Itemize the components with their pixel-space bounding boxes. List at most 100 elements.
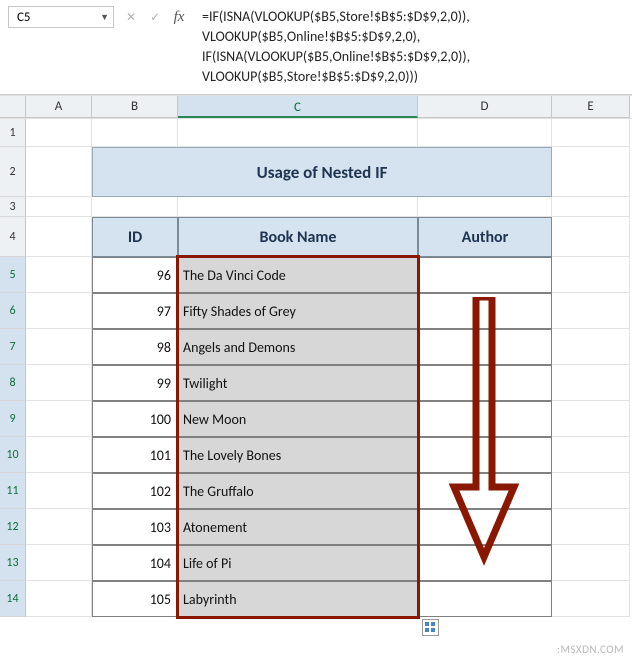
name-cell[interactable]: Angels and Demons bbox=[178, 329, 418, 365]
cell[interactable] bbox=[26, 217, 92, 257]
name-box[interactable]: C5 ▼ bbox=[8, 6, 114, 28]
author-cell[interactable] bbox=[418, 401, 552, 437]
cell[interactable] bbox=[552, 581, 630, 617]
name-cell[interactable]: New Moon bbox=[178, 401, 418, 437]
cell[interactable] bbox=[552, 437, 630, 473]
autofill-options-icon[interactable] bbox=[422, 619, 439, 636]
cell[interactable] bbox=[26, 509, 92, 545]
formula-input[interactable]: =IF(ISNA(VLOOKUP($B5,Store!$B$5:$D$9,2,0… bbox=[196, 6, 624, 88]
id-cell[interactable]: 101 bbox=[92, 437, 178, 473]
cell[interactable] bbox=[552, 197, 630, 217]
col-header[interactable]: D bbox=[418, 96, 552, 118]
cell[interactable] bbox=[26, 473, 92, 509]
id-cell[interactable]: 105 bbox=[92, 581, 178, 617]
cell[interactable] bbox=[552, 257, 630, 293]
cell[interactable] bbox=[552, 217, 630, 257]
cell[interactable] bbox=[552, 509, 630, 545]
name-cell[interactable]: The Gruffalo bbox=[178, 473, 418, 509]
header-id[interactable]: ID bbox=[92, 217, 178, 257]
title-cell[interactable]: Usage of Nested IF bbox=[92, 147, 552, 197]
formula-line: VLOOKUP($B5,Online!$B$5:$D$9,2,0), bbox=[202, 27, 618, 47]
id-cell[interactable]: 102 bbox=[92, 473, 178, 509]
cell[interactable] bbox=[26, 119, 92, 147]
header-name[interactable]: Book Name bbox=[178, 217, 418, 257]
name-cell[interactable]: Life of Pi bbox=[178, 545, 418, 581]
cell[interactable] bbox=[92, 197, 178, 217]
name-cell[interactable]: Twilight bbox=[178, 365, 418, 401]
author-cell[interactable] bbox=[418, 293, 552, 329]
author-cell[interactable] bbox=[418, 257, 552, 293]
cell[interactable] bbox=[178, 197, 418, 217]
cell[interactable] bbox=[418, 197, 552, 217]
author-cell[interactable] bbox=[418, 581, 552, 617]
col-header[interactable]: A bbox=[26, 96, 92, 118]
cell[interactable] bbox=[552, 401, 630, 437]
id-cell[interactable]: 97 bbox=[92, 293, 178, 329]
col-header[interactable]: E bbox=[552, 96, 630, 118]
col-header[interactable]: B bbox=[92, 96, 178, 118]
row-header[interactable]: 2 bbox=[0, 147, 26, 197]
cell[interactable] bbox=[26, 545, 92, 581]
row-header[interactable]: 4 bbox=[0, 217, 26, 257]
table-row: 99 Twilight bbox=[26, 365, 630, 401]
header-author[interactable]: Author bbox=[418, 217, 552, 257]
id-cell[interactable]: 98 bbox=[92, 329, 178, 365]
cell[interactable] bbox=[26, 437, 92, 473]
cell[interactable] bbox=[26, 147, 92, 197]
table-row: 105 Labyrinth bbox=[26, 581, 630, 617]
chevron-down-icon[interactable]: ▼ bbox=[100, 12, 109, 23]
cell[interactable] bbox=[552, 365, 630, 401]
author-cell[interactable] bbox=[418, 437, 552, 473]
id-cell[interactable]: 96 bbox=[92, 257, 178, 293]
cell[interactable] bbox=[26, 293, 92, 329]
id-cell[interactable]: 100 bbox=[92, 401, 178, 437]
row-header[interactable]: 10 bbox=[0, 437, 26, 473]
row-header[interactable]: 9 bbox=[0, 401, 26, 437]
cell[interactable] bbox=[552, 119, 630, 147]
cell[interactable] bbox=[552, 473, 630, 509]
row-header[interactable]: 3 bbox=[0, 197, 26, 217]
row-header[interactable]: 12 bbox=[0, 509, 26, 545]
author-cell[interactable] bbox=[418, 545, 552, 581]
row-header[interactable]: 14 bbox=[0, 581, 26, 617]
cell[interactable] bbox=[26, 329, 92, 365]
cell[interactable] bbox=[92, 119, 178, 147]
row-header[interactable]: 5 bbox=[0, 257, 26, 293]
cell[interactable] bbox=[552, 147, 630, 197]
id-cell[interactable]: 103 bbox=[92, 509, 178, 545]
name-cell[interactable]: Labyrinth bbox=[178, 581, 418, 617]
check-icon: ✓ bbox=[144, 6, 166, 28]
name-cell[interactable]: The Da Vinci Code bbox=[178, 257, 418, 293]
author-cell[interactable] bbox=[418, 329, 552, 365]
id-cell[interactable]: 99 bbox=[92, 365, 178, 401]
row-header[interactable]: 6 bbox=[0, 293, 26, 329]
name-cell[interactable]: The Lovely Bones bbox=[178, 437, 418, 473]
cell[interactable] bbox=[178, 119, 418, 147]
fx-icon[interactable]: fx bbox=[168, 6, 190, 28]
cell[interactable] bbox=[26, 365, 92, 401]
row-header[interactable]: 8 bbox=[0, 365, 26, 401]
cell[interactable] bbox=[26, 401, 92, 437]
row-header[interactable]: 11 bbox=[0, 473, 26, 509]
select-all-corner[interactable] bbox=[0, 96, 26, 118]
cell[interactable] bbox=[552, 545, 630, 581]
table-row: 96 The Da Vinci Code bbox=[26, 257, 630, 293]
cell[interactable] bbox=[552, 293, 630, 329]
cells-area[interactable]: Usage of Nested IF ID Book Name Author 9… bbox=[26, 119, 630, 617]
author-cell[interactable] bbox=[418, 473, 552, 509]
author-cell[interactable] bbox=[418, 509, 552, 545]
cell[interactable] bbox=[26, 197, 92, 217]
cell[interactable] bbox=[26, 257, 92, 293]
row-header[interactable]: 7 bbox=[0, 329, 26, 365]
cell[interactable] bbox=[26, 581, 92, 617]
row-headers: 1 2 3 4 5 6 7 8 9 10 11 12 13 14 bbox=[0, 119, 26, 617]
id-cell[interactable]: 104 bbox=[92, 545, 178, 581]
author-cell[interactable] bbox=[418, 365, 552, 401]
col-header[interactable]: C bbox=[178, 96, 418, 118]
row-header[interactable]: 1 bbox=[0, 119, 26, 147]
cell[interactable] bbox=[418, 119, 552, 147]
row-header[interactable]: 13 bbox=[0, 545, 26, 581]
name-cell[interactable]: Fifty Shades of Grey bbox=[178, 293, 418, 329]
name-cell[interactable]: Atonement bbox=[178, 509, 418, 545]
cell[interactable] bbox=[552, 329, 630, 365]
